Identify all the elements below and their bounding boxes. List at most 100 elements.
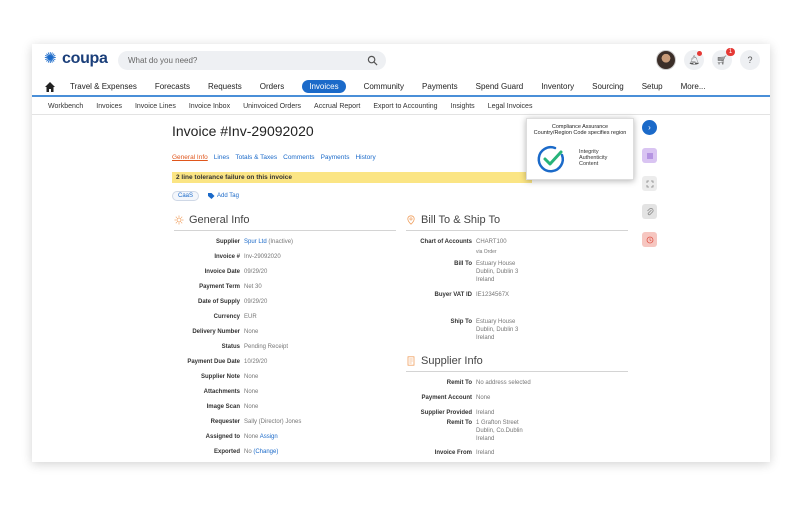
- cart-button[interactable]: 🛒︎ 1: [712, 48, 735, 70]
- supplier-info-fields: Remit To No address selected Payment Acc…: [406, 379, 628, 459]
- field-requester: Requester Sally (Director) Jones: [174, 418, 302, 426]
- field-value: None: [244, 329, 259, 335]
- field-label: Invoice Date: [204, 269, 240, 275]
- search-input[interactable]: [128, 56, 368, 65]
- field-supplier-provided: Supplier Provided Ireland: [406, 409, 495, 417]
- attachments-button[interactable]: [642, 204, 657, 219]
- field-label: Invoice #: [214, 254, 240, 260]
- field-label: Supplier: [215, 239, 240, 245]
- expand-panel-button[interactable]: ›: [642, 120, 657, 135]
- subnav-invoice-lines[interactable]: Invoice Lines: [135, 103, 176, 110]
- general-info-fields: Supplier Spur Ltd (Inactive) Invoice # I…: [174, 238, 396, 458]
- bell-icon: 🔔︎: [688, 54, 700, 65]
- field-invoice-number: Invoice # Inv-29092020: [174, 253, 280, 261]
- field-label: Currency: [213, 314, 240, 320]
- tag-icon: [208, 193, 215, 199]
- field-label: Assigned to: [205, 434, 240, 440]
- tab-comments[interactable]: Comments: [283, 154, 314, 161]
- coupa-logo[interactable]: ✺ coupa: [44, 50, 108, 68]
- main-nav: Travel & Expenses Forecasts Requests Ord…: [32, 78, 770, 97]
- bill-ship-title: Bill To & Ship To: [421, 214, 501, 226]
- nav-invoices[interactable]: Invoices: [302, 80, 346, 93]
- field-invoice-date: Invoice Date 09/29/20: [174, 268, 268, 276]
- tab-totals-taxes[interactable]: Totals & Taxes: [235, 154, 277, 161]
- nav-sourcing[interactable]: Sourcing: [592, 82, 624, 91]
- field-label: Ship To: [450, 319, 472, 325]
- field-value: None: [244, 404, 259, 410]
- subnav-accrual-report[interactable]: Accrual Report: [314, 103, 360, 110]
- field-chart-source: via Order: [406, 248, 497, 256]
- nav-community[interactable]: Community: [364, 82, 404, 91]
- home-icon[interactable]: [44, 81, 56, 93]
- supplier-link[interactable]: Spur Ltd: [244, 239, 267, 245]
- cart-icon: 🛒︎: [716, 54, 728, 65]
- subnav-invoices[interactable]: Invoices: [96, 103, 122, 110]
- field-label: Image Scan: [206, 404, 240, 410]
- field-value: via Order: [476, 249, 497, 255]
- subnav-insights[interactable]: Insights: [451, 103, 475, 110]
- field-chart-of-accounts: Chart of Accounts CHART100: [406, 238, 506, 246]
- bill-ship-header: Bill To & Ship To: [406, 214, 628, 231]
- field-label: Payment Term: [199, 284, 240, 290]
- field-currency: Currency EUR: [174, 313, 257, 321]
- subnav-workbench[interactable]: Workbench: [48, 103, 83, 110]
- subnav-uninvoiced-orders[interactable]: Uninvoiced Orders: [243, 103, 301, 110]
- field-label: Payment Due Date: [187, 359, 240, 365]
- field-label: Exported: [213, 449, 240, 455]
- app-window: ✺ coupa 🔔︎ 🛒︎ 1 ? Travel & Expenses Fore: [32, 44, 770, 462]
- tab-general-info[interactable]: General Info: [172, 154, 208, 161]
- tab-payments[interactable]: Payments: [321, 154, 350, 161]
- nav-orders[interactable]: Orders: [260, 82, 284, 91]
- add-tag-label: Add Tag: [217, 193, 239, 199]
- field-label: Status: [221, 344, 240, 350]
- nav-spend-guard[interactable]: Spend Guard: [476, 82, 524, 91]
- tag-row: CaaS Add Tag: [172, 191, 239, 201]
- field-attachments: Attachments None: [174, 388, 259, 396]
- field-value: Estuary House Dublin, Dublin 3 Ireland: [476, 261, 519, 283]
- subnav-invoice-inbox[interactable]: Invoice Inbox: [189, 103, 230, 110]
- field-value: No address selected: [476, 380, 531, 386]
- nav-more[interactable]: More...: [681, 82, 706, 91]
- field-remit-to-address: Remit To 1 Grafton Street Dublin, Co.Dub…: [406, 419, 523, 443]
- nav-requests[interactable]: Requests: [208, 82, 242, 91]
- notes-button[interactable]: [642, 148, 657, 163]
- compliance-items: Integrity Authenticity Content: [579, 149, 607, 167]
- notifications-button[interactable]: 🔔︎: [684, 50, 704, 70]
- list-icon: [646, 153, 653, 158]
- field-assigned-to: Assigned to None Assign: [174, 433, 278, 441]
- search-icon[interactable]: [367, 55, 378, 66]
- field-value: Pending Receipt: [244, 344, 289, 350]
- nav-setup[interactable]: Setup: [642, 82, 663, 91]
- avatar[interactable]: [656, 50, 676, 70]
- field-bill-to: Bill To Estuary House Dublin, Dublin 3 I…: [406, 260, 518, 284]
- tag-pill[interactable]: CaaS: [172, 191, 200, 201]
- assign-link[interactable]: Assign: [260, 434, 278, 440]
- field-value: IE1234567X: [476, 292, 510, 298]
- compliance-subtitle: Country/Region Code specifies region: [533, 130, 627, 136]
- change-export-link[interactable]: (Change): [253, 449, 278, 455]
- compliance-content: Content: [579, 161, 599, 167]
- nav-inventory[interactable]: Inventory: [541, 82, 574, 91]
- timer-button[interactable]: [642, 232, 657, 247]
- add-tag-button[interactable]: Add Tag: [207, 192, 239, 200]
- field-value: None: [244, 374, 259, 380]
- tab-lines[interactable]: Lines: [214, 154, 230, 161]
- subnav-export-accounting[interactable]: Export to Accounting: [373, 103, 437, 110]
- nav-forecasts[interactable]: Forecasts: [155, 82, 190, 91]
- nav-payments[interactable]: Payments: [422, 82, 458, 91]
- page-title: Invoice #Inv-29092020: [172, 123, 314, 139]
- fullscreen-button[interactable]: [642, 176, 657, 191]
- paperclip-icon: [646, 207, 653, 215]
- tab-history[interactable]: History: [355, 154, 375, 161]
- field-remit-to: Remit To No address selected: [406, 379, 531, 387]
- header-actions: 🔔︎ 🛒︎ 1 ?: [656, 48, 760, 70]
- help-button[interactable]: ?: [740, 50, 760, 70]
- field-payment-due-date: Payment Due Date 10/29/20: [174, 358, 267, 366]
- field-value: 1 Grafton Street Dublin, Co.Dublin Irela…: [476, 420, 523, 442]
- subnav-legal-invoices[interactable]: Legal Invoices: [488, 103, 533, 110]
- nav-travel-expenses[interactable]: Travel & Expenses: [70, 82, 137, 91]
- field-invoice-from: Invoice From Ireland: [406, 449, 495, 457]
- field-date-of-supply: Date of Supply 09/29/20: [174, 298, 267, 306]
- supplier-status: (Inactive): [266, 239, 294, 245]
- field-payment-account: Payment Account None: [406, 394, 491, 402]
